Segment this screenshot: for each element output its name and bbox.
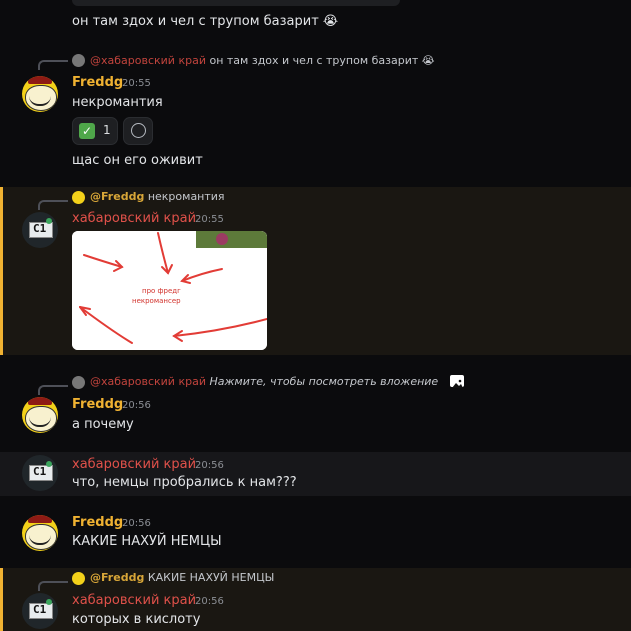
reply-avatar [72,376,85,389]
reply-preview[interactable]: @Freddg некромантия [90,190,225,203]
reaction-count: 1 [103,123,111,137]
avatar-khabarovsky[interactable]: C1 [22,212,58,248]
image-icon [450,375,464,388]
author-name[interactable]: хабаровский край [72,211,196,226]
reply-preview[interactable]: @хабаровский край Нажмите, чтобы посмотр… [90,375,438,388]
add-reaction-button[interactable] [123,117,153,145]
timestamp: 20:55 [195,214,224,225]
message-text: КАКИЕ НАХУЙ НЕМЦЫ [72,534,222,549]
timestamp: 20:55 [122,78,151,89]
reply-text: КАКИЕ НАХУЙ НЕМЦЫ [147,571,275,584]
checkmark-icon: ✓ [79,123,95,139]
reply-text: некромантия [147,190,225,203]
avatar-freddg[interactable] [22,397,58,433]
image-attachment[interactable]: про фредг некромансер [72,231,267,350]
author-name[interactable]: Freddg [72,75,123,90]
message-text: щас он его оживит [72,153,203,168]
reaction-checkmark[interactable]: ✓ 1 [72,117,118,145]
reply-connector [38,60,68,70]
image-caption-2: некромансер [132,297,181,305]
reply-mention[interactable]: @Freddg [90,190,144,203]
previous-embed-edge [72,0,400,6]
image-caption-1: про фредг [142,287,181,295]
message-text: некромантия [72,95,163,110]
emoji-icon [131,123,146,138]
author-name[interactable]: хабаровский край [72,457,196,472]
message-text: а почему [72,417,134,432]
timestamp: 20:56 [195,596,224,607]
reply-mention[interactable]: @Freddg [90,571,144,584]
message-text: которых в кислоту [72,612,201,627]
reply-connector [38,200,68,210]
mention-highlight-bar [0,568,3,631]
timestamp: 20:56 [122,518,151,529]
reply-mention[interactable]: @хабаровский край [90,375,206,388]
reply-mention[interactable]: @хабаровский край [90,54,206,67]
reply-preview[interactable]: @хабаровский край он там здох и чел с тр… [90,54,435,67]
message-text: что, немцы пробрались к нам??? [72,475,297,490]
reply-preview[interactable]: @Freddg КАКИЕ НАХУЙ НЕМЦЫ [90,571,274,584]
message-text: он там здох и чел с трупом базарит 😭 [72,14,339,29]
author-name[interactable]: Freddg [72,515,123,530]
reply-connector [38,385,68,395]
reply-text: он там здох и чел с трупом базарит 😭 [209,54,435,67]
timestamp: 20:56 [122,400,151,411]
author-name[interactable]: Freddg [72,397,123,412]
reply-avatar [72,54,85,67]
reply-connector [38,581,68,591]
reply-text: Нажмите, чтобы посмотреть вложение [209,375,439,388]
author-name[interactable]: хабаровский край [72,593,196,608]
reply-avatar [72,572,85,585]
avatar-freddg[interactable] [22,76,58,112]
avatar-freddg[interactable] [22,515,58,551]
avatar-khabarovsky[interactable]: C1 [22,455,58,491]
reply-avatar [72,191,85,204]
timestamp: 20:56 [195,460,224,471]
mention-highlight-bar [0,187,3,355]
avatar-khabarovsky[interactable]: C1 [22,593,58,629]
drawing-image: про фредг некромансер [72,231,267,350]
